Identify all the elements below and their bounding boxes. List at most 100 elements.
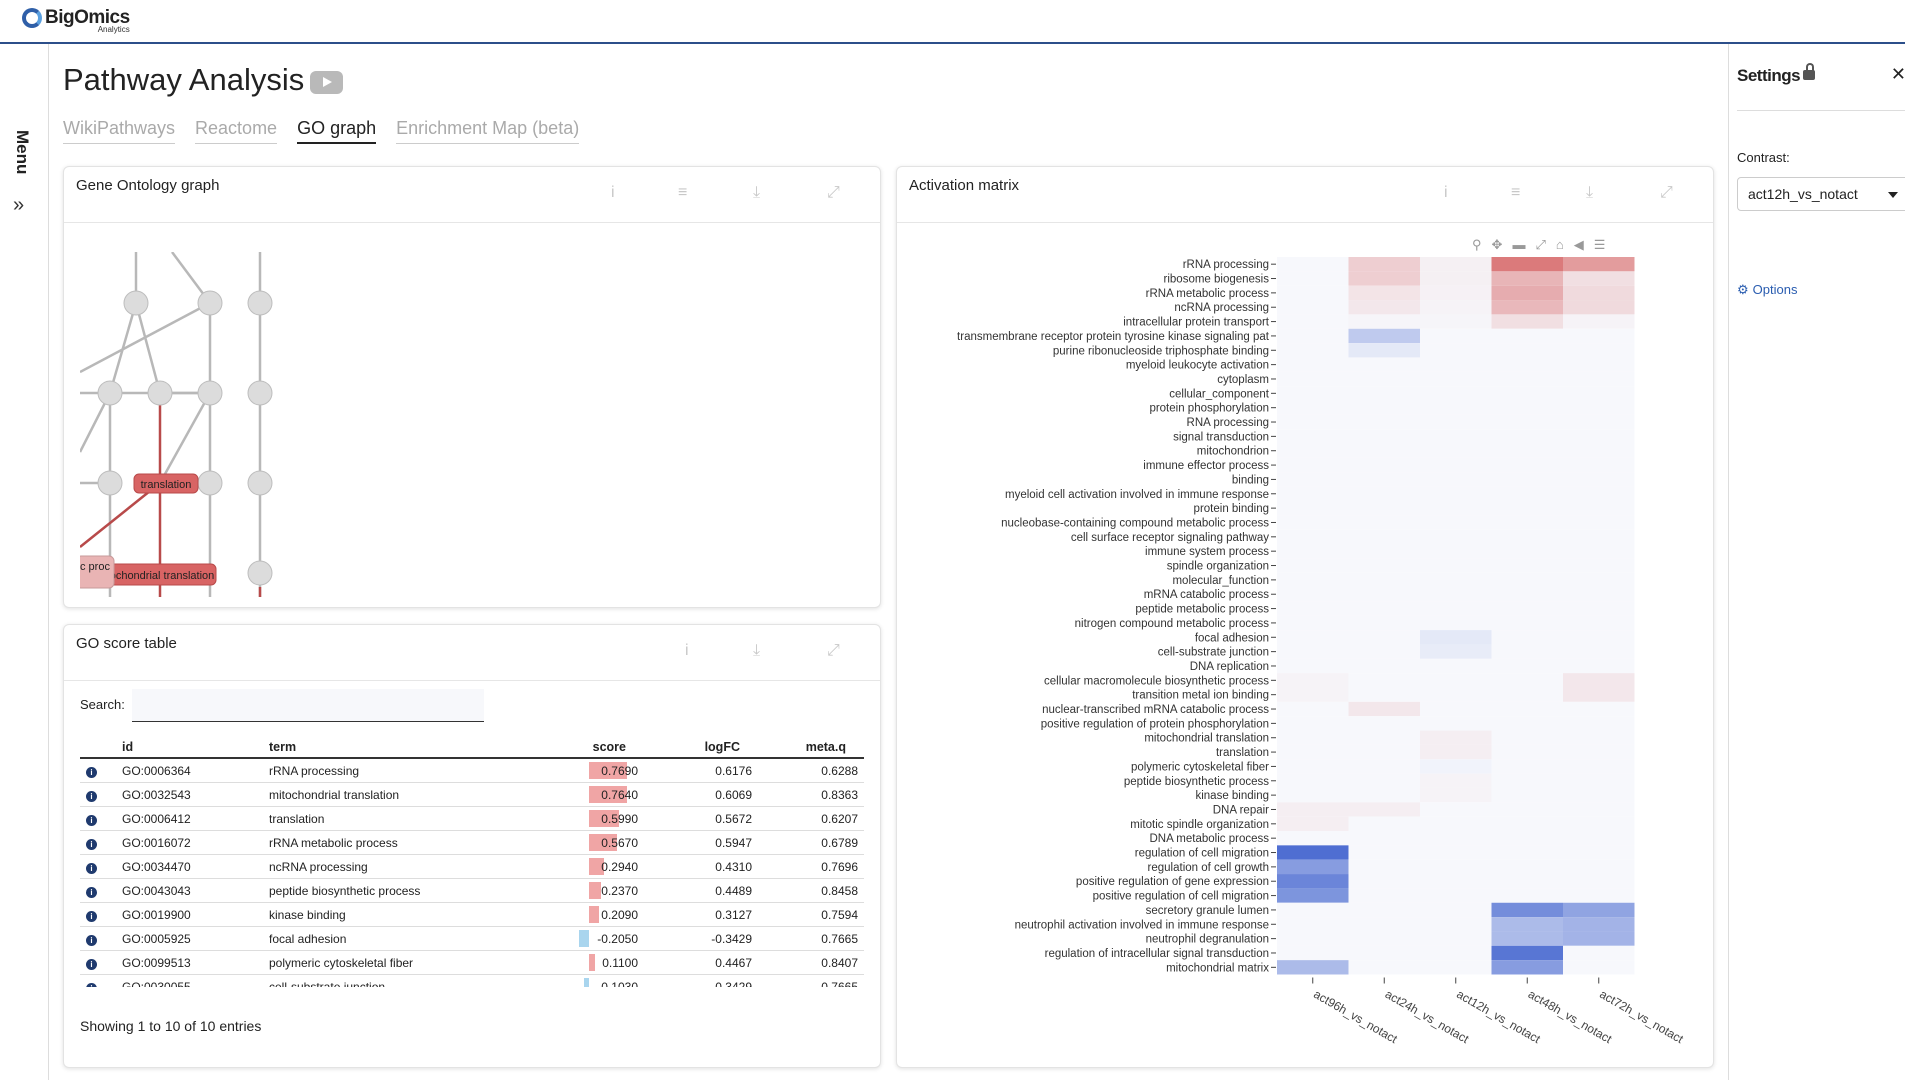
heatmap-cell[interactable]	[1563, 271, 1635, 286]
info-circle-icon[interactable]: i	[86, 958, 97, 970]
heatmap-cell[interactable]	[1348, 945, 1421, 961]
heatmap-cell[interactable]	[1420, 888, 1492, 903]
heatmap-cell[interactable]	[1420, 960, 1492, 975]
heatmap-cell[interactable]	[1563, 902, 1635, 918]
heatmap-cell[interactable]	[1348, 874, 1421, 889]
heatmap-cell[interactable]	[1348, 759, 1421, 774]
heatmap-cell[interactable]	[1420, 257, 1492, 272]
heatmap-cell[interactable]	[1491, 615, 1564, 631]
heatmap-cell[interactable]	[1277, 429, 1349, 444]
heatmap-cell[interactable]	[1348, 615, 1421, 631]
heatmap-cell[interactable]	[1563, 343, 1635, 358]
heatmap-cell[interactable]	[1348, 271, 1421, 286]
heatmap-cell[interactable]	[1491, 917, 1564, 932]
heatmap-cell[interactable]	[1563, 257, 1635, 272]
heatmap-cell[interactable]	[1491, 730, 1564, 745]
heatmap-cell[interactable]	[1491, 357, 1564, 372]
heatmap-cell[interactable]	[1563, 314, 1635, 329]
heatmap-cell[interactable]	[1348, 357, 1421, 372]
heatmap-cell[interactable]	[1348, 644, 1421, 659]
heatmap-cell[interactable]	[1563, 472, 1635, 487]
heatmap-cell[interactable]	[1348, 787, 1421, 803]
go-graph-canvas[interactable]: translation ochondrial translation c pro…	[80, 252, 300, 597]
heatmap-cell[interactable]	[1348, 443, 1421, 458]
heatmap-cell[interactable]	[1348, 386, 1421, 401]
heatmap-cell[interactable]	[1277, 400, 1349, 415]
tab-go-graph[interactable]: GO graph	[297, 118, 377, 144]
heatmap-cell[interactable]	[1277, 544, 1349, 559]
heatmap-cell[interactable]	[1277, 831, 1349, 846]
info-icon[interactable]: i	[611, 184, 615, 202]
heatmap-cell[interactable]	[1563, 816, 1635, 831]
heatmap-cell[interactable]	[1420, 773, 1492, 788]
tab-wikipathways[interactable]: WikiPathways	[63, 118, 176, 144]
heatmap-cell[interactable]	[1277, 859, 1349, 875]
heatmap-cell[interactable]	[1563, 759, 1635, 774]
heatmap-cell[interactable]	[1563, 673, 1635, 688]
heatmap-cell[interactable]	[1348, 744, 1421, 760]
table-row[interactable]: i GO:0032543 mitochondrial translation 0.76…	[80, 782, 864, 807]
heatmap-cell[interactable]	[1348, 429, 1421, 444]
heatmap-cell[interactable]	[1348, 773, 1421, 788]
heatmap-cell[interactable]	[1420, 558, 1492, 573]
heatmap-cell[interactable]	[1420, 443, 1492, 458]
heatmap-cell[interactable]	[1491, 802, 1564, 817]
heatmap-cell[interactable]	[1491, 874, 1564, 889]
heatmap-cell[interactable]	[1491, 386, 1564, 401]
heatmap-cell[interactable]	[1420, 271, 1492, 286]
table-viewport[interactable]: id term score logFC meta.q i GO:0006364 rR…	[64, 625, 880, 987]
heatmap-cell[interactable]	[1563, 486, 1635, 501]
heatmap-cell[interactable]	[1563, 874, 1635, 889]
heatmap-cell[interactable]	[1563, 831, 1635, 846]
heatmap-cell[interactable]	[1491, 658, 1564, 674]
heatmap-cell[interactable]	[1348, 328, 1421, 344]
heatmap-cell[interactable]	[1348, 587, 1421, 602]
heatmap-cell[interactable]	[1348, 544, 1421, 559]
heatmap-cell[interactable]	[1491, 414, 1564, 430]
heatmap-cell[interactable]	[1277, 472, 1349, 487]
heatmap-cell[interactable]	[1277, 371, 1349, 387]
heatmap-cell[interactable]	[1277, 687, 1349, 702]
heatmap-cell[interactable]	[1420, 630, 1492, 645]
heatmap-cell[interactable]	[1348, 414, 1421, 430]
heatmap-cell[interactable]	[1491, 587, 1564, 602]
info-circle-icon[interactable]: i	[86, 862, 97, 874]
heatmap-cell[interactable]	[1420, 544, 1492, 559]
heatmap-cell[interactable]	[1491, 486, 1564, 501]
table-row[interactable]: i GO:0034470 ncRNA processing 0.2940 0.4310 0…	[80, 854, 864, 879]
table-row[interactable]: i GO:0099513 polymeric cytoskeletal fiber 0…	[80, 950, 864, 975]
table-row[interactable]: i GO:0006412 translation 0.5990 0.5672 0.6207	[80, 806, 864, 831]
info-circle-icon[interactable]: i	[86, 934, 97, 946]
info-circle-icon[interactable]: i	[86, 886, 97, 898]
lock-icon[interactable]	[1803, 63, 1815, 80]
heatmap-cell[interactable]	[1563, 630, 1635, 645]
heatmap-cell[interactable]	[1563, 601, 1635, 616]
heatmap-cell[interactable]	[1348, 314, 1421, 329]
heatmap-cell[interactable]	[1563, 400, 1635, 415]
heatmap-cell[interactable]	[1348, 472, 1421, 487]
heatmap-cell[interactable]	[1563, 845, 1635, 860]
video-play-icon[interactable]	[310, 71, 343, 94]
col-header-id[interactable]: id	[116, 737, 263, 759]
heatmap-cell[interactable]	[1420, 859, 1492, 875]
heatmap-cell[interactable]	[1420, 917, 1492, 932]
info-circle-icon[interactable]: i	[86, 982, 97, 987]
heatmap-cell[interactable]	[1277, 802, 1349, 817]
heatmap-cell[interactable]	[1348, 960, 1421, 975]
table-row[interactable]: i GO:0043043 peptide biosynthetic process 0…	[80, 878, 864, 903]
heatmap-cell[interactable]	[1420, 400, 1492, 415]
chevron-double-right-icon[interactable]: »	[13, 194, 24, 217]
table-row[interactable]: i GO:0005925 focal adhesion -0.2050 -0.3429 0…	[80, 926, 864, 951]
heatmap-cell[interactable]	[1348, 802, 1421, 817]
heatmap-cell[interactable]	[1563, 701, 1635, 717]
heatmap-cell[interactable]	[1277, 673, 1349, 688]
heatmap-cell[interactable]	[1277, 443, 1349, 458]
heatmap-cell[interactable]	[1491, 716, 1564, 731]
heatmap-cell[interactable]	[1348, 888, 1421, 903]
heatmap-cell[interactable]	[1277, 773, 1349, 788]
heatmap-cell[interactable]	[1563, 960, 1635, 975]
heatmap-cell[interactable]	[1563, 300, 1635, 315]
heatmap-cell[interactable]	[1277, 917, 1349, 932]
heatmap-cell[interactable]	[1491, 257, 1564, 272]
heatmap-cell[interactable]	[1491, 816, 1564, 831]
